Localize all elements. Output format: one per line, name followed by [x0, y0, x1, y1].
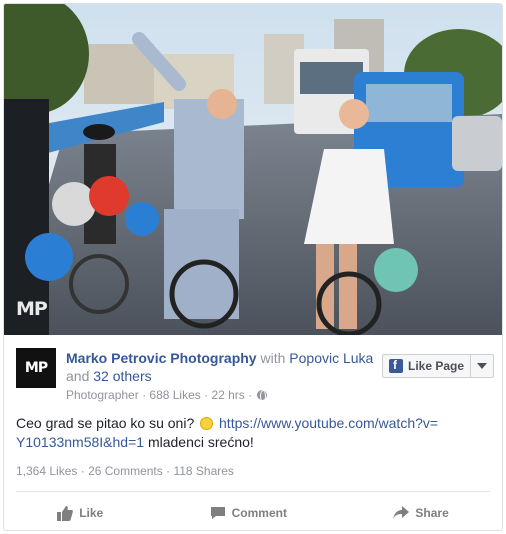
like-button[interactable]: Like [27, 498, 133, 528]
with-word: with [260, 350, 286, 366]
share-label: Share [415, 506, 449, 520]
page-likes: 688 Likes [149, 388, 201, 402]
photo-watermark: MP [16, 298, 48, 320]
tagged-person-link[interactable]: Popovic Luka [289, 350, 373, 366]
page-avatar[interactable]: MP [16, 348, 56, 388]
shares-count[interactable]: 118 Shares [173, 464, 234, 478]
others-link[interactable]: 32 others [93, 368, 151, 384]
smiley-emoji-icon [200, 417, 214, 430]
post-meta: Photographer · 688 Likes · 22 hrs · [66, 388, 268, 402]
engagement-counts: 1,364 Likes · 26 Comments · 118 Shares [16, 464, 234, 478]
post-actions: Like Comment Share [4, 498, 502, 528]
facebook-f-icon [389, 358, 403, 373]
like-page-label: Like Page [408, 359, 465, 373]
page-name-link[interactable]: Marko Petrovic Photography [66, 350, 257, 366]
chevron-down-icon [477, 363, 487, 369]
comment-bubble-icon [210, 507, 225, 519]
post-text-start: Ceo grad se pitao ko su oni? [16, 415, 195, 431]
and-word: and [66, 368, 90, 384]
actions-divider [16, 491, 490, 492]
share-arrow-icon [393, 506, 410, 519]
thumbs-up-icon [57, 505, 74, 521]
comment-label: Comment [231, 506, 287, 520]
share-button[interactable]: Share [363, 498, 478, 528]
page-category: Photographer [66, 388, 139, 402]
post-text-end: mladenci srećno! [147, 434, 254, 450]
like-page-dropdown[interactable] [471, 355, 493, 377]
post-time[interactable]: 22 hrs [211, 388, 244, 402]
likes-count[interactable]: 1,364 Likes [16, 464, 77, 478]
like-label: Like [79, 506, 104, 520]
wedding-bicycle-photo [4, 4, 502, 335]
comments-count[interactable]: 26 Comments [88, 464, 163, 478]
post-message: Ceo grad se pitao ko su oni? https://www… [16, 414, 446, 452]
comment-button[interactable]: Comment [180, 498, 317, 528]
facebook-post-card: MP MP Marko Petrovic Photography with Po… [3, 3, 503, 531]
like-page-button-group: Like Page [382, 354, 494, 378]
like-page-button[interactable]: Like Page [383, 355, 471, 377]
globe-icon [257, 390, 268, 402]
post-photo[interactable]: MP [4, 4, 502, 335]
post-header: MP Marko Petrovic Photography with Popov… [16, 346, 494, 406]
post-author-line: Marko Petrovic Photography with Popovic … [66, 349, 386, 385]
